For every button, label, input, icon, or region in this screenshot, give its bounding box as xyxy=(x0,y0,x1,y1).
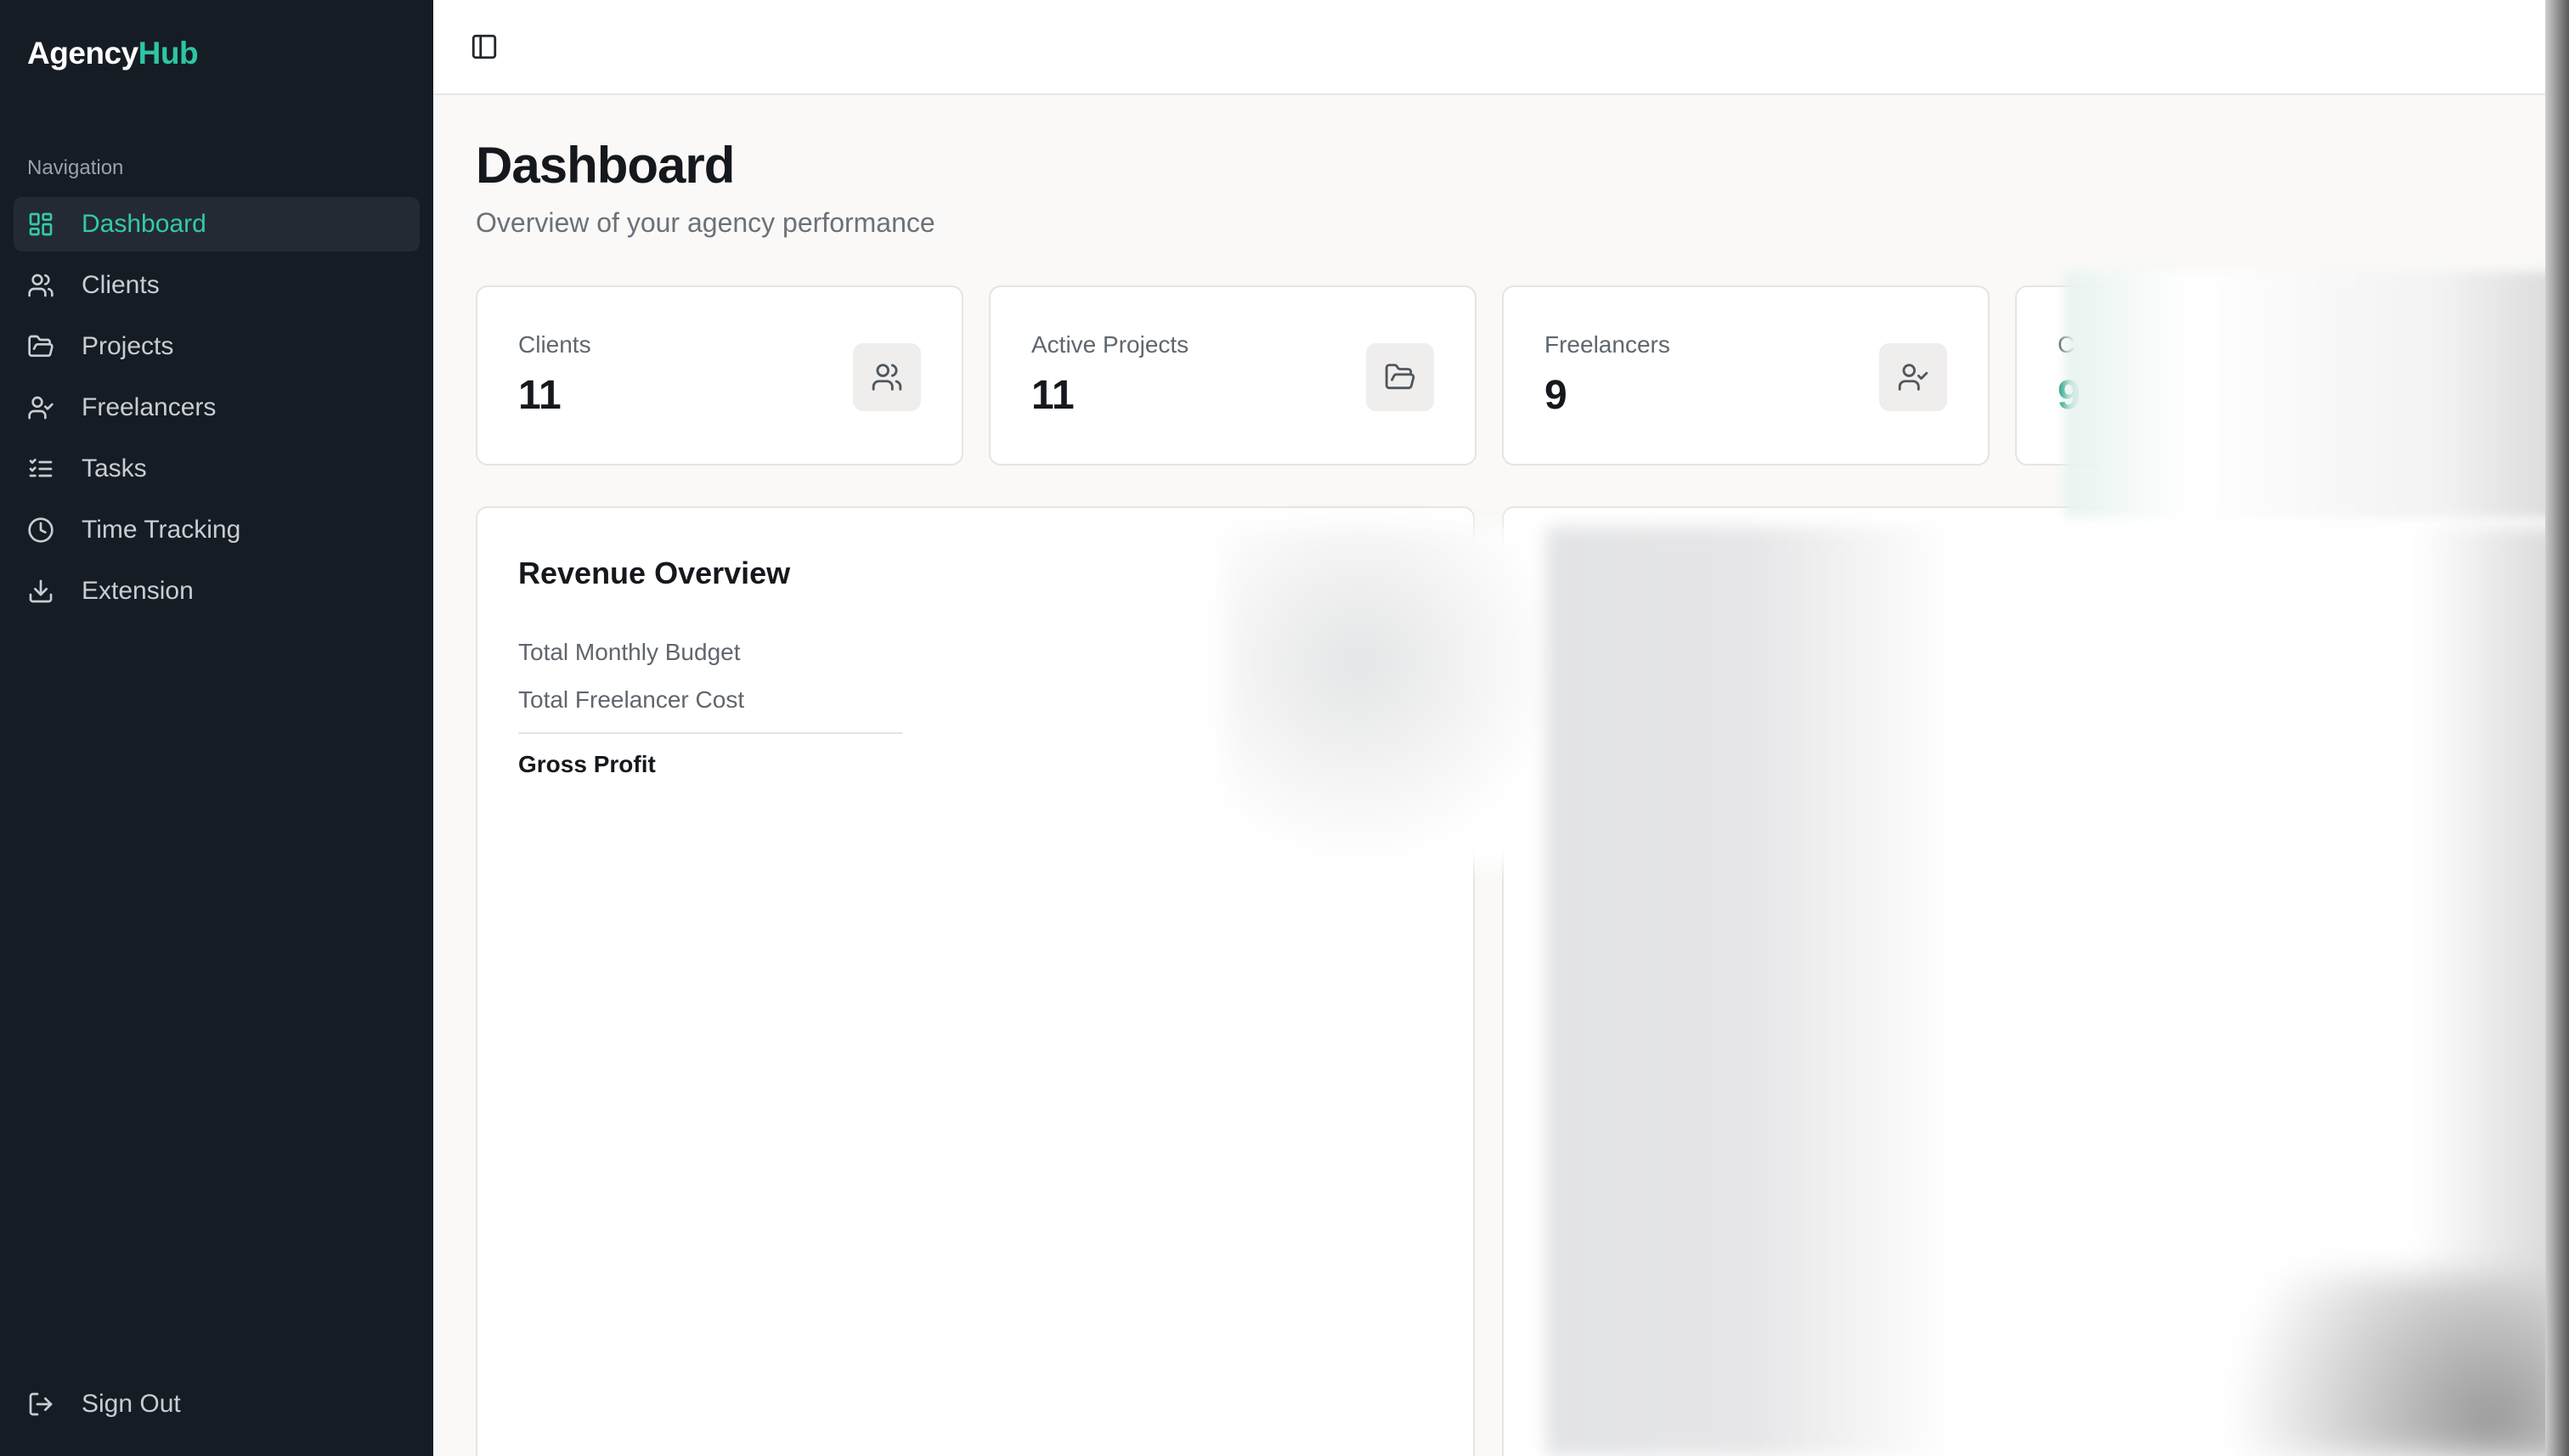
stat-value: 11 xyxy=(1031,373,1075,418)
sidebar-item-projects[interactable]: Projects xyxy=(14,319,420,374)
sidebar-item-dashboard[interactable]: Dashboard xyxy=(14,197,420,251)
total-freelancer-cost-label: Total Freelancer Cost xyxy=(518,686,745,713)
stat-card-active-projects: Active Projects 11 xyxy=(989,285,1476,466)
sidebar-item-label: Freelancers xyxy=(82,393,217,421)
sidebar-item-label: Tasks xyxy=(82,454,147,483)
folder-open-icon xyxy=(1366,343,1434,411)
window-edge-scrollbar[interactable] xyxy=(2545,0,2569,1456)
brand-name-part2: Hub xyxy=(138,36,199,71)
list-checks-icon xyxy=(27,455,54,483)
sidebar-item-label: Time Tracking xyxy=(82,516,241,544)
divider xyxy=(518,732,902,734)
clock-icon xyxy=(27,516,54,544)
sidebar-item-label: Dashboard xyxy=(82,210,206,238)
top-bar xyxy=(433,0,2545,95)
blurred-region xyxy=(2064,272,2569,518)
sidebar-item-freelancers[interactable]: Freelancers xyxy=(14,381,420,435)
blurred-region xyxy=(1223,527,1563,866)
user-check-icon xyxy=(1879,343,1947,411)
sidebar-toggle-button[interactable] xyxy=(469,32,501,61)
sign-out-label: Sign Out xyxy=(82,1390,181,1418)
panel-left-icon xyxy=(469,34,500,65)
stat-card-clients: Clients 11 xyxy=(476,285,963,466)
users-icon xyxy=(853,343,921,411)
stat-label: Clients xyxy=(518,331,591,358)
layout-grid-icon xyxy=(27,211,54,238)
users-icon xyxy=(27,272,54,299)
sidebar-item-tasks[interactable]: Tasks xyxy=(14,442,420,496)
sidebar-item-label: Clients xyxy=(82,271,160,299)
app-root: AgencyHub Navigation Dashboard Clients P… xyxy=(0,0,2569,1456)
sidebar-item-clients[interactable]: Clients xyxy=(14,258,420,313)
log-out-icon xyxy=(27,1391,54,1418)
stat-card-freelancers: Freelancers 9 xyxy=(1502,285,1990,466)
stat-value: 9 xyxy=(1544,373,1567,418)
download-icon xyxy=(27,578,54,605)
sidebar-item-extension[interactable]: Extension xyxy=(14,564,420,618)
stat-label: Active Projects xyxy=(1031,331,1189,358)
sidebar-nav: Dashboard Clients Projects Freelancers T… xyxy=(14,197,420,625)
nav-heading: Navigation xyxy=(27,156,124,179)
page-title: Dashboard xyxy=(476,137,735,194)
brand-logo[interactable]: AgencyHub xyxy=(27,36,199,71)
stat-label: Freelancers xyxy=(1544,331,1670,358)
gross-profit-label: Gross Profit xyxy=(518,751,656,777)
sidebar: AgencyHub Navigation Dashboard Clients P… xyxy=(0,0,433,1456)
page-subtitle: Overview of your agency performance xyxy=(476,207,935,238)
blurred-region xyxy=(2175,1274,2569,1456)
brand-name-part1: Agency xyxy=(27,36,138,71)
revenue-overview-title: Revenue Overview xyxy=(518,556,791,590)
total-monthly-budget-label: Total Monthly Budget xyxy=(518,639,741,665)
sidebar-item-label: Projects xyxy=(82,332,174,360)
stat-value: 11 xyxy=(518,373,562,418)
sidebar-item-label: Extension xyxy=(82,577,194,605)
sign-out-button[interactable]: Sign Out xyxy=(27,1390,181,1419)
folder-icon xyxy=(27,333,54,360)
sidebar-item-time-tracking[interactable]: Time Tracking xyxy=(14,503,420,557)
user-check-icon xyxy=(27,394,54,421)
